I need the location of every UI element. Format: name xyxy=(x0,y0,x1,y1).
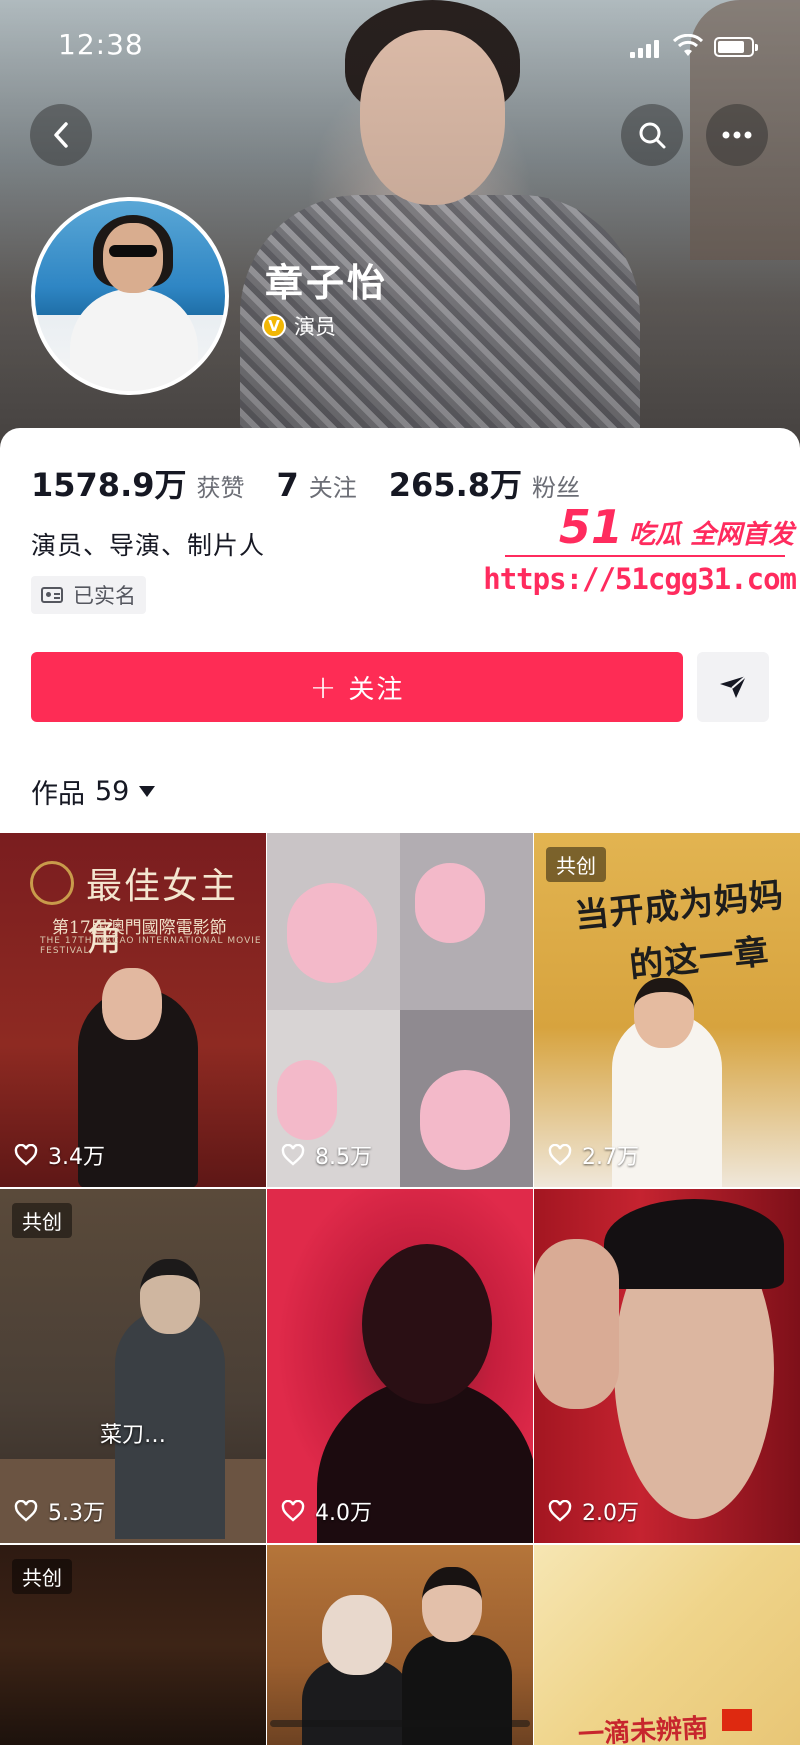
video-headline: 的这一章 xyxy=(627,931,772,987)
id-card-icon xyxy=(41,587,63,603)
video-tile[interactable]: 最佳女主角 第17屆澳門國際電影節 THE 17TH MACAO INTERNA… xyxy=(0,833,266,1187)
cocreate-badge: 共创 xyxy=(546,847,606,882)
watermark-text: 吃瓜 全网首发 xyxy=(628,520,794,550)
heart-icon xyxy=(14,1144,38,1166)
heart-icon xyxy=(281,1144,305,1166)
award-laurel-icon xyxy=(30,861,74,905)
share-button[interactable] xyxy=(697,652,769,722)
video-tile[interactable]: 2.0万 xyxy=(534,1189,800,1543)
plus-icon: + xyxy=(309,668,339,706)
follow-button[interactable]: + 关注 xyxy=(31,652,683,722)
verified-icon: V xyxy=(262,314,286,338)
wifi-icon xyxy=(673,34,703,56)
video-tile[interactable]: 菜刀… 共创 5.3万 xyxy=(0,1189,266,1543)
like-count: 3.4万 xyxy=(14,1139,105,1171)
heart-icon xyxy=(548,1500,572,1522)
avatar[interactable] xyxy=(31,197,229,395)
video-tile[interactable]: 当开成为妈妈 的这一章 共创 2.7万 xyxy=(534,833,800,1187)
works-label: 作品 xyxy=(31,779,85,810)
video-tile[interactable]: 一滴未辨南 xyxy=(534,1545,800,1745)
video-tile[interactable]: 4.0万 xyxy=(267,1189,533,1543)
realname-label: 已实名 xyxy=(73,584,136,608)
status-bar: 12:38 xyxy=(0,0,800,90)
send-icon xyxy=(720,675,747,698)
heart-icon xyxy=(14,1500,38,1522)
like-count: 4.0万 xyxy=(281,1495,372,1527)
profile-name: 章子怡 xyxy=(265,261,389,305)
heart-icon xyxy=(281,1500,305,1522)
flag-icon xyxy=(722,1709,752,1731)
stat-label: 获赞 xyxy=(196,474,245,502)
like-count: 2.7万 xyxy=(548,1139,639,1171)
works-tab[interactable]: 作品 59 xyxy=(31,772,156,811)
status-time: 12:38 xyxy=(58,28,144,61)
works-count: 59 xyxy=(95,776,130,807)
video-tile[interactable]: 共创 xyxy=(0,1545,266,1745)
like-count: 8.5万 xyxy=(281,1139,372,1171)
profile-card: 1578.9万 获赞 7 关注 265.8万 粉丝 演员、导演、制片人 已实名 … xyxy=(0,428,800,833)
cocreate-badge: 共创 xyxy=(12,1203,72,1238)
caret-down-icon xyxy=(139,786,156,797)
cocreate-badge: 共创 xyxy=(12,1559,72,1594)
stat-likes: 1578.9万 获赞 xyxy=(31,460,245,506)
follow-label: 关注 xyxy=(348,674,405,705)
home-indicator xyxy=(270,1720,530,1727)
stat-value: 7 xyxy=(276,466,299,504)
chevron-left-icon xyxy=(54,122,68,148)
watermark-url: https://51cgg31.com xyxy=(483,562,797,596)
video-caption: 一滴未辨南 xyxy=(577,1713,709,1745)
watermark-prefix: 51 xyxy=(558,500,623,554)
stat-following[interactable]: 7 关注 xyxy=(277,466,357,504)
back-button[interactable] xyxy=(30,104,92,166)
verified-text: 演员 xyxy=(294,315,336,339)
heart-icon xyxy=(548,1144,572,1166)
video-tile[interactable]: 8.5万 xyxy=(267,833,533,1187)
stat-label: 粉丝 xyxy=(532,474,580,502)
stat-label: 关注 xyxy=(308,474,357,502)
video-subsubtitle: THE 17TH MACAO INTERNATIONAL MOVIE FESTI… xyxy=(40,936,262,956)
search-icon xyxy=(639,122,666,149)
video-subtitle: 第17屆澳門國際電影節 xyxy=(52,918,227,938)
watermark: 51 吃瓜 全网首发 https://51cgg31.com xyxy=(483,500,800,610)
like-count: 5.3万 xyxy=(14,1495,105,1527)
like-count: 2.0万 xyxy=(548,1495,639,1527)
more-dots-icon xyxy=(722,131,752,139)
battery-icon xyxy=(714,37,758,57)
stat-value: 1578.9万 xyxy=(31,466,187,504)
cell-signal-icon xyxy=(630,40,660,58)
search-button[interactable] xyxy=(621,104,683,166)
video-caption: 菜刀… xyxy=(100,1423,167,1448)
verified-label: V 演员 xyxy=(262,311,336,341)
more-button[interactable] xyxy=(706,104,768,166)
profile-bio: 演员、导演、制片人 xyxy=(31,531,266,560)
video-grid: 最佳女主角 第17屆澳門國際電影節 THE 17TH MACAO INTERNA… xyxy=(0,833,800,1745)
video-tile[interactable] xyxy=(267,1545,533,1745)
realname-tag: 已实名 xyxy=(31,576,146,614)
